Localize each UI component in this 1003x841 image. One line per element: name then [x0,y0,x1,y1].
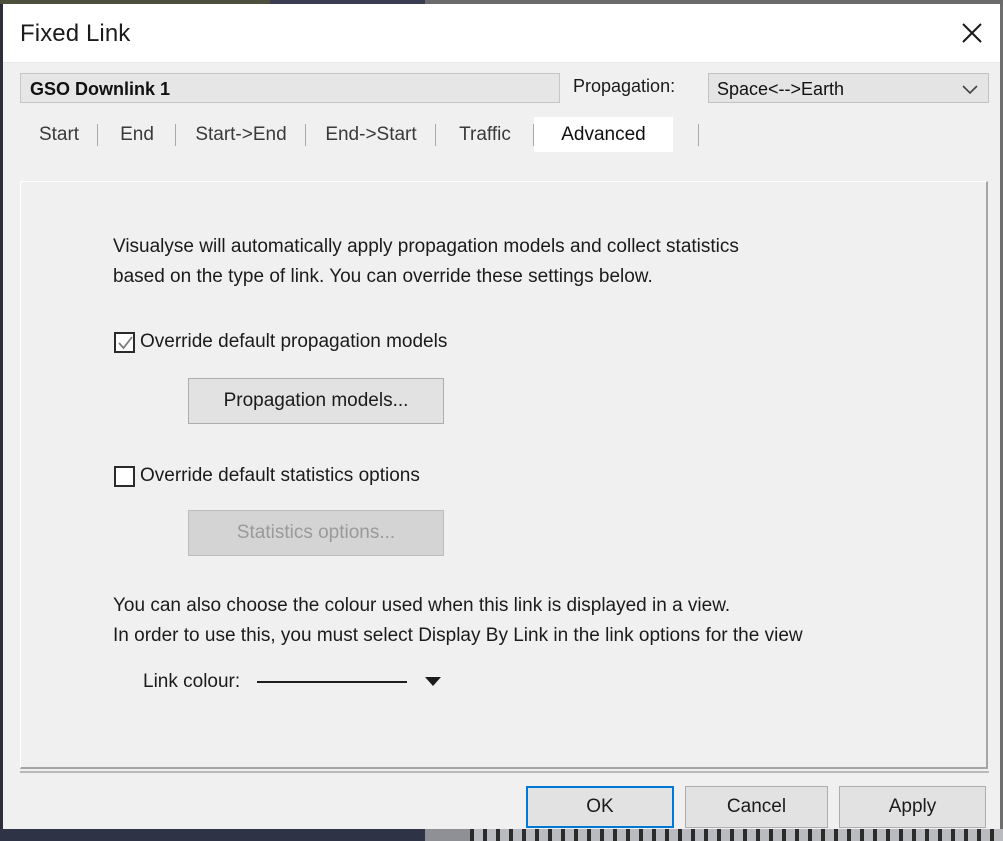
fixed-link-dialog: Fixed Link GSO Downlink 1 Propagation: S… [0,4,1000,829]
override-statistics-checkbox-row[interactable]: Override default statistics options [114,465,420,487]
apply-button[interactable]: Apply [839,786,986,828]
tab-end-to-start[interactable]: End->Start [306,117,436,152]
link-colour-row: Link colour: [143,671,442,693]
propagation-select[interactable]: Space<-->Earth [708,73,989,103]
tab-label: Start [38,123,80,145]
statistics-options-button: Statistics options... [188,510,444,556]
link-name-field[interactable]: GSO Downlink 1 [20,73,560,103]
tab-start[interactable]: Start [20,117,98,152]
colour-help-line-2: In order to use this, you must select Di… [113,625,803,646]
dialog-titlebar: Fixed Link [3,4,1000,63]
override-propagation-checkbox-row[interactable]: Override default propagation models [114,331,447,353]
override-statistics-label: Override default statistics options [140,465,420,486]
intro-line-2: based on the type of link. You can overr… [113,266,653,287]
tab-strip-tail [673,117,699,152]
tab-label: End->Start [325,123,417,145]
override-statistics-checkbox[interactable] [114,465,135,487]
intro-line-1: Visualyse will automatically apply propa… [113,236,739,257]
propagation-label: Propagation: [573,76,676,96]
tab-traffic[interactable]: Traffic [436,117,534,152]
advanced-tab-panel: Visualyse will automatically apply propa… [20,181,988,769]
chevron-down-icon [961,83,979,101]
footer-separator [20,771,989,773]
override-propagation-label: Override default propagation models [140,331,448,352]
tab-advanced[interactable]: Advanced [534,117,673,152]
link-colour-label: Link colour: [143,671,241,692]
propagation-models-button[interactable]: Propagation models... [188,378,444,424]
backdrop-bottom-dark [0,829,425,841]
tab-label: End [120,123,154,145]
close-x-icon [960,21,984,45]
caret-down-icon [425,673,442,691]
tab-strip: Start End Start->End End->Start Traffic … [20,117,1000,152]
tab-label: Advanced [561,124,646,145]
colour-help-line-1: You can also choose the colour used when… [113,595,731,616]
link-colour-picker[interactable] [257,673,442,691]
tab-end[interactable]: End [98,117,176,152]
link-header-row: GSO Downlink 1 Propagation: Space<-->Ear… [3,63,1000,117]
cancel-button[interactable]: Cancel [685,786,828,828]
close-button[interactable] [944,4,1000,61]
override-propagation-checkbox[interactable] [114,331,135,353]
tab-divider [698,124,699,146]
ok-button[interactable]: OK [526,786,674,828]
tab-label: Traffic [459,123,511,145]
tab-start-to-end[interactable]: Start->End [176,117,306,152]
dialog-title: Fixed Link [20,20,131,47]
tab-label: Start->End [195,123,287,145]
link-colour-swatch [257,681,408,683]
propagation-selected-value: Space<-->Earth [717,79,845,99]
backdrop-bottom-ticks [470,829,1003,841]
